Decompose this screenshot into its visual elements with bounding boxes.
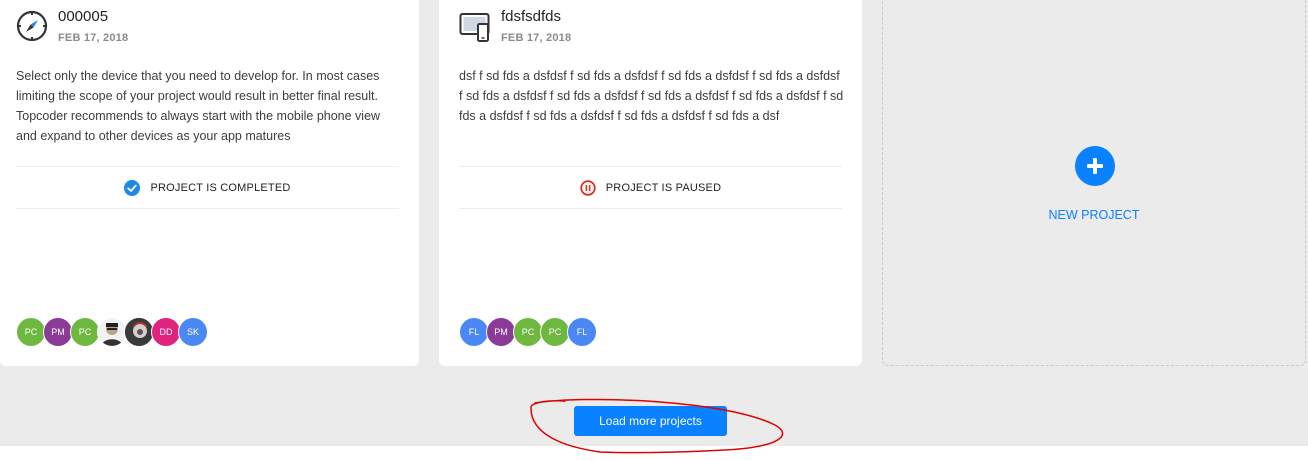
project-title[interactable]: fdsfsdfds xyxy=(501,8,561,25)
project-description: Select only the device that you need to … xyxy=(16,69,381,143)
avatar[interactable]: PC xyxy=(540,317,570,347)
avatar[interactable]: FL xyxy=(459,317,489,347)
team-avatars: PC PM PC DD SK xyxy=(16,317,208,347)
avatar[interactable]: PC xyxy=(70,317,100,347)
person-photo-icon xyxy=(125,318,153,346)
compass-icon xyxy=(16,10,48,42)
project-date: FEB 17, 2018 xyxy=(501,32,572,44)
project-date: FEB 17, 2018 xyxy=(58,32,129,44)
person-photo-icon xyxy=(98,318,126,346)
new-project-card[interactable]: NEW PROJECT xyxy=(882,0,1306,366)
avatar[interactable]: FL xyxy=(567,317,597,347)
avatar[interactable]: PC xyxy=(16,317,46,347)
plus-icon xyxy=(1087,158,1103,174)
project-description: dsf f sd fds a dsfdsf f sd fds a dsfdsf … xyxy=(459,69,844,123)
check-circle-icon xyxy=(124,179,141,196)
avatar[interactable]: PM xyxy=(486,317,516,347)
team-avatars: FL PM PC PC FL xyxy=(459,317,597,347)
new-project-button[interactable] xyxy=(1075,146,1115,186)
avatar[interactable]: DD xyxy=(151,317,181,347)
status-label: PROJECT IS PAUSED xyxy=(605,181,722,194)
new-project-label[interactable]: NEW PROJECT xyxy=(883,208,1305,222)
avatar-photo[interactable] xyxy=(124,317,154,347)
project-status: PROJECT IS PAUSED xyxy=(459,166,842,209)
devices-icon xyxy=(459,13,490,42)
project-card[interactable]: fdsfsdfds FEB 17, 2018 dsf f sd fds a ds… xyxy=(439,0,862,366)
project-card[interactable]: 000005 FEB 17, 2018 Select only the devi… xyxy=(0,0,419,366)
project-status: PROJECT IS COMPLETED xyxy=(16,166,399,209)
avatar[interactable]: PM xyxy=(43,317,73,347)
pause-circle-icon xyxy=(580,179,596,196)
load-more-button[interactable]: Load more projects xyxy=(574,406,727,436)
status-label: PROJECT IS COMPLETED xyxy=(150,181,291,194)
avatar[interactable]: SK xyxy=(178,317,208,347)
avatar-photo[interactable] xyxy=(97,317,127,347)
avatar[interactable]: PC xyxy=(513,317,543,347)
project-title[interactable]: 000005 xyxy=(58,8,108,25)
